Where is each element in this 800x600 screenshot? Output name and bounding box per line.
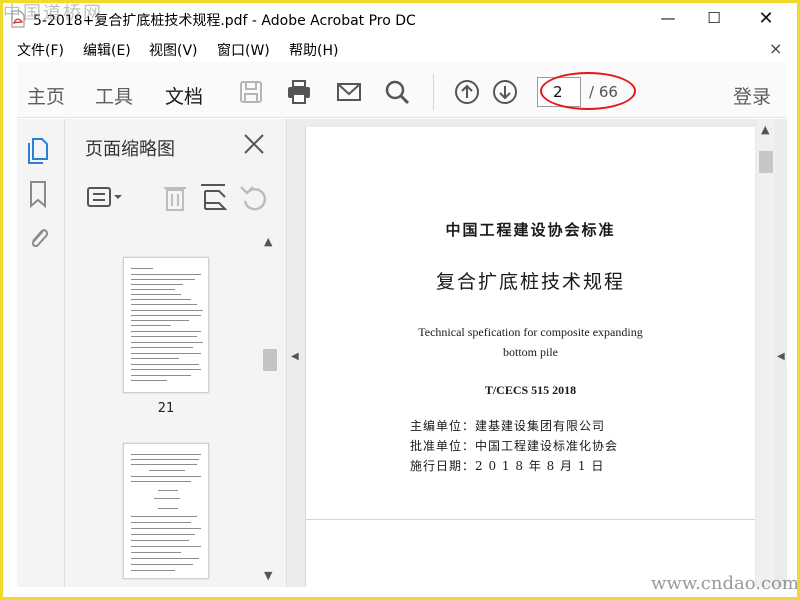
delete-icon[interactable] (155, 181, 195, 213)
email-icon[interactable] (335, 78, 363, 106)
minimize-button[interactable]: — (645, 3, 691, 35)
previous-page-icon[interactable] (453, 78, 481, 106)
document-title: 复合扩底桩技术规程 (435, 271, 625, 293)
page-divider (306, 519, 755, 520)
doc-scroll-up-icon[interactable]: ▲ (761, 123, 769, 136)
navigation-rail (17, 119, 65, 587)
watermark-top: 中国道桥网 (3, 3, 103, 24)
tab-document[interactable]: 文档 (165, 82, 204, 123)
thumbnail-scrollbar[interactable]: ▲ ▼ (261, 229, 279, 587)
menu-help[interactable]: 帮助(H) (289, 40, 338, 60)
english-title-line-2: bottom pile (503, 345, 558, 359)
search-icon[interactable] (383, 78, 411, 106)
tab-home[interactable]: 主页 (27, 82, 65, 109)
undo-icon[interactable] (235, 181, 275, 213)
main-toolbar: 主页 工具 文档 2 / 66 登录 (17, 62, 787, 123)
thumbnail-list: 21 (65, 229, 287, 587)
standard-code: T/CECS 515 2018 (484, 383, 577, 397)
panel-title: 页面缩略图 (85, 139, 175, 160)
toolbar-separator (433, 74, 434, 110)
thumbnail-page-label: 21 (157, 401, 175, 416)
bookmarks-icon[interactable] (25, 179, 51, 209)
login-button[interactable]: 登录 (733, 82, 771, 109)
collapse-left-pane-icon[interactable]: ◀ (291, 351, 299, 362)
page-number-input[interactable]: 2 (537, 77, 581, 107)
page-thumbnail-22[interactable] (123, 443, 209, 579)
page-thumbnails-panel: 页面缩略图 21 ▲ ▼ (65, 119, 345, 587)
options-menu-icon[interactable] (85, 181, 125, 213)
close-document-button[interactable]: × (769, 39, 782, 58)
maximize-button[interactable]: ☐ (691, 3, 737, 35)
watermark-bottom: www.cndao.com (651, 573, 797, 594)
thumbnail-scroll-thumb[interactable] (263, 349, 277, 371)
standard-heading: 中国工程建设协会标准 (445, 221, 616, 239)
menu-file[interactable]: 文件(F) (17, 40, 64, 60)
menu-window[interactable]: 窗口(W) (217, 40, 270, 60)
save-icon[interactable] (237, 78, 265, 106)
page-total-count: / 66 (589, 83, 618, 101)
document-scroll-thumb[interactable] (759, 151, 773, 173)
menu-bar: 文件(F) 编辑(E) 视图(V) 窗口(W) 帮助(H) × (3, 38, 797, 62)
scroll-up-icon[interactable]: ▲ (264, 235, 272, 248)
title-bar: 5-2018+复合扩底桩技术规程.pdf - Adobe Acrobat Pro… (3, 3, 797, 35)
page-thumbnails-icon[interactable] (25, 135, 51, 165)
scroll-down-icon[interactable]: ▼ (264, 569, 272, 582)
document-page: 中国工程建设协会标准 复合扩底桩技术规程 Technical speficati… (305, 127, 755, 587)
extract-icon[interactable] (195, 181, 235, 213)
collapse-right-pane-icon[interactable]: ◀ (777, 351, 785, 362)
app-window: 5-2018+复合扩底桩技术规程.pdf - Adobe Acrobat Pro… (3, 3, 797, 597)
menu-edit[interactable]: 编辑(E) (83, 40, 131, 60)
attachments-icon[interactable] (25, 223, 51, 253)
document-scrollbar[interactable]: ▲ (757, 119, 775, 587)
next-page-icon[interactable] (491, 78, 519, 106)
approver-unit: 批准单位：中国工程建设标准化协会 (410, 439, 619, 453)
menu-view[interactable]: 视图(V) (149, 40, 198, 60)
close-icon[interactable] (241, 131, 267, 157)
effective-date: 施行日期：2 0 1 8 年 8 月 1 日 (410, 459, 605, 473)
page-thumbnail-21[interactable] (123, 257, 209, 393)
english-title-line-1: Technical spefication for composite expa… (418, 325, 643, 339)
close-window-button[interactable]: ✕ (743, 3, 789, 35)
tab-tools[interactable]: 工具 (95, 82, 133, 109)
print-icon[interactable] (285, 78, 313, 106)
editor-unit: 主编单位：建基建设集团有限公司 (410, 419, 606, 433)
document-viewer: ◀ 中国工程建设协会标准 复合扩底桩技术规程 Technical spefica… (287, 119, 787, 587)
